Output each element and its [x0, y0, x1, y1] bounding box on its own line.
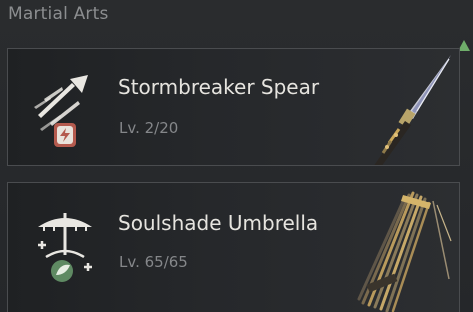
item-name: Soulshade Umbrella: [118, 211, 319, 235]
spear-skill-icon: [34, 75, 88, 147]
umbrella-skill-icon: [38, 213, 92, 282]
section-title: Martial Arts: [8, 4, 109, 24]
leaf-badge-icon: [51, 260, 73, 282]
martial-art-card-stormbreaker-spear[interactable]: Stormbreaker Spear Lv. 2/20: [7, 48, 460, 166]
spear-weapon-image: [374, 55, 451, 165]
martial-arts-panel: Martial Arts Stormbreaker Spear Lv. 2/20: [0, 0, 473, 312]
item-name: Stormbreaker Spear: [118, 75, 320, 99]
item-level: Lv. 2/20: [119, 119, 179, 137]
item-level: Lv. 65/65: [119, 253, 188, 271]
martial-art-card-soulshade-umbrella[interactable]: Soulshade Umbrella Lv. 65/65: [7, 182, 460, 312]
umbrella-weapon-image: [357, 191, 452, 312]
lightning-badge-icon: [54, 123, 76, 147]
